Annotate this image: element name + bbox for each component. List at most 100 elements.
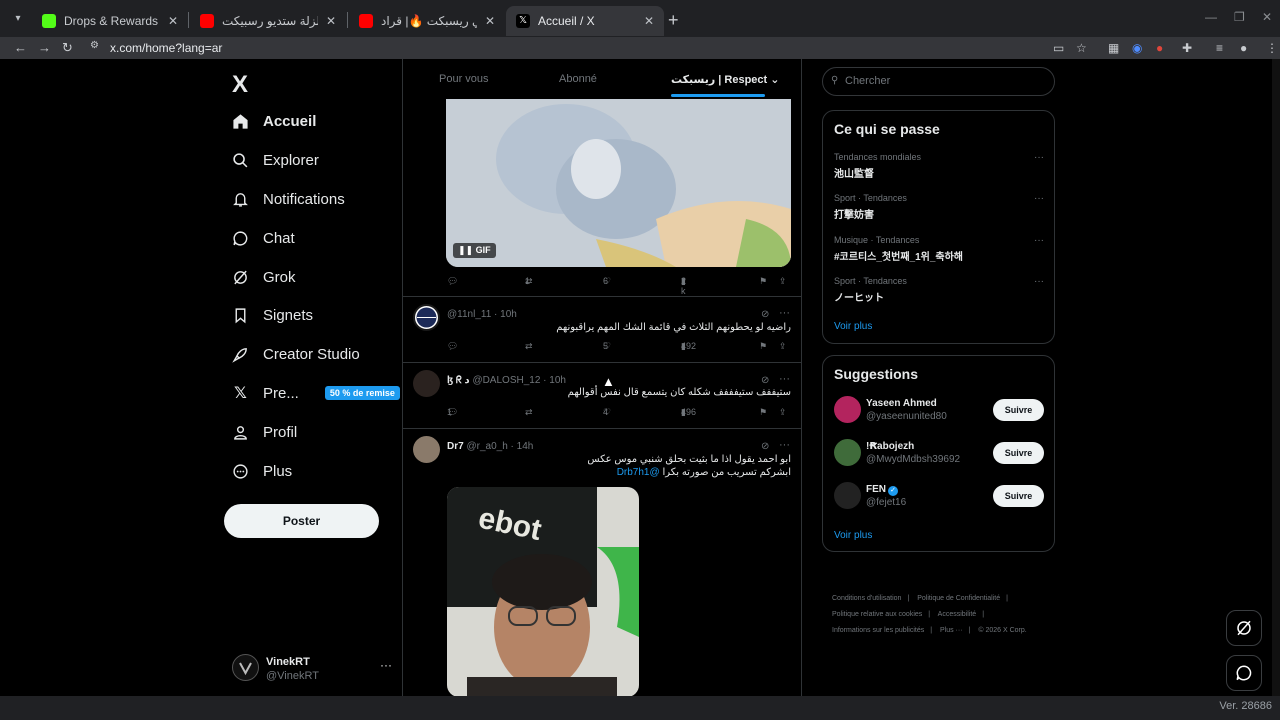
grok-icon[interactable]: ⊘ bbox=[761, 309, 769, 320]
nav-label: Chat bbox=[263, 229, 295, 247]
divider bbox=[403, 428, 801, 429]
tab-respect[interactable]: ريسبكت | Respect ⌄ bbox=[671, 73, 779, 86]
share-icon[interactable]: ⇪ bbox=[779, 276, 787, 287]
nav-item-explore[interactable]: Explorer bbox=[232, 145, 319, 175]
nav-item-more[interactable]: Plus bbox=[232, 456, 292, 486]
follow-button[interactable]: Suivre bbox=[993, 442, 1044, 464]
close-icon[interactable]: ✕ bbox=[485, 14, 495, 28]
bookmark-icon[interactable]: ⚑ bbox=[759, 407, 767, 418]
browser-tab-active[interactable]: 𝕏 Accueil / X ✕ bbox=[506, 6, 664, 36]
grok-icon[interactable]: ⊘ bbox=[761, 441, 769, 452]
minimize-icon[interactable]: — bbox=[1205, 10, 1217, 24]
nav-item-grok[interactable]: Grok bbox=[232, 262, 296, 292]
account-switcher[interactable]: VinekRT @VinekRT ··· bbox=[232, 654, 392, 686]
media-control-icon[interactable]: ≡ bbox=[1216, 41, 1223, 55]
left-navigation: X Accueil Explorer Notifications Chat Gr… bbox=[224, 59, 402, 696]
close-icon[interactable]: ✕ bbox=[644, 14, 654, 28]
x-icon: 𝕏 bbox=[234, 385, 247, 402]
extension-icon[interactable]: ● bbox=[1156, 41, 1163, 55]
post-gif-media[interactable]: ❚❚ GIF bbox=[446, 99, 791, 267]
browser-tab[interactable]: راب بارود الزلزلة ستديو رسبيكت | ✕ bbox=[190, 6, 346, 36]
suggestion-item[interactable]: FEN ✓ @fejet16 Suivre bbox=[834, 482, 1044, 512]
follow-button[interactable]: Suivre bbox=[993, 399, 1044, 421]
close-icon[interactable]: ✕ bbox=[168, 14, 178, 28]
nav-item-bookmarks[interactable]: Signets bbox=[232, 300, 313, 330]
search-input[interactable]: ⚲ Chercher bbox=[822, 67, 1055, 96]
bookmark-star-icon[interactable]: ☆ bbox=[1076, 41, 1087, 55]
maximize-icon[interactable]: ❐ bbox=[1234, 10, 1245, 24]
nav-label: Notifications bbox=[263, 190, 345, 208]
follow-button[interactable]: Suivre bbox=[993, 485, 1044, 507]
more-icon[interactable]: ··· bbox=[1034, 235, 1044, 246]
window-close-icon[interactable]: ✕ bbox=[1262, 10, 1272, 24]
see-more-link[interactable]: Voir plus bbox=[834, 321, 872, 332]
extension-icon[interactable]: ▦ bbox=[1108, 41, 1119, 55]
tab-following[interactable]: Abonné bbox=[559, 73, 597, 85]
url-field[interactable]: x.com/home?lang=ar bbox=[110, 41, 222, 55]
share-icon[interactable]: ⇪ bbox=[779, 341, 787, 352]
kick-favicon-icon bbox=[42, 14, 56, 28]
footer-link[interactable]: Conditions d'utilisation bbox=[832, 595, 901, 602]
trend-item[interactable]: Sport · Tendances 打撃妨害 ··· bbox=[834, 193, 1044, 221]
scrollbar[interactable] bbox=[1272, 59, 1280, 696]
site-info-icon[interactable]: ⚙ bbox=[90, 40, 99, 51]
browser-tab-strip: ▾ Drops & Rewards Inventory - K ✕ راب با… bbox=[0, 0, 1280, 37]
more-icon[interactable]: ··· bbox=[779, 439, 790, 451]
nav-item-premium[interactable]: 𝕏 Pre... 50 % de remise bbox=[232, 378, 400, 408]
tab-search-dropdown-icon[interactable]: ▾ bbox=[10, 11, 26, 27]
chat-icon bbox=[1236, 665, 1252, 681]
trend-item[interactable]: Tendances mondiales 池山監督 ··· bbox=[834, 152, 1044, 180]
browser-tab[interactable]: فايت بقاله في ريسبكت 🔥| قراد ✕ bbox=[349, 6, 505, 36]
nav-item-creator-studio[interactable]: Creator Studio bbox=[232, 339, 360, 369]
trend-item[interactable]: Sport · Tendances ノーヒット ··· bbox=[834, 276, 1044, 304]
avatar bbox=[834, 396, 861, 423]
mention-link[interactable]: @Drb7h1 bbox=[617, 467, 660, 478]
nav-item-notifications[interactable]: Notifications bbox=[232, 184, 345, 214]
more-icon[interactable]: ··· bbox=[1034, 276, 1044, 287]
more-icon[interactable]: ··· bbox=[1034, 193, 1044, 204]
browser-tab[interactable]: Drops & Rewards Inventory - K ✕ bbox=[32, 6, 188, 36]
nav-item-home[interactable]: Accueil bbox=[232, 106, 316, 136]
trend-item[interactable]: Musique · Tendances #코르티스_첫번째_1위_축하해 ··· bbox=[834, 235, 1044, 263]
back-icon[interactable]: ← bbox=[14, 40, 27, 55]
grok-fab-button[interactable] bbox=[1226, 610, 1262, 646]
avatar bbox=[413, 370, 440, 397]
cast-icon[interactable]: ▭ bbox=[1053, 41, 1064, 55]
more-icon[interactable]: ··· bbox=[779, 307, 790, 319]
chat-fab-button[interactable] bbox=[1226, 655, 1262, 691]
footer-link[interactable]: Politique relative aux cookies bbox=[832, 611, 922, 618]
share-icon[interactable]: ⇪ bbox=[779, 407, 787, 418]
bookmark-icon[interactable]: ⚑ bbox=[759, 276, 767, 287]
suggestion-item[interactable]: !Ꞧabojezh @MwydMdbsh39692 Suivre bbox=[834, 439, 1044, 469]
profile-icon[interactable]: ● bbox=[1240, 41, 1247, 55]
footer-link[interactable]: Plus ··· bbox=[940, 627, 963, 634]
browser-menu-icon[interactable]: ⋮ bbox=[1266, 41, 1278, 55]
grok-icon bbox=[1237, 620, 1251, 636]
grok-icon bbox=[232, 269, 249, 286]
extension-icon[interactable]: ◉ bbox=[1132, 41, 1142, 55]
feed-tabs: Pour vous Abonné ريسبكت | Respect ⌄ bbox=[403, 59, 801, 99]
post-text: ابو احمد يقول اذا ما بثيت بحلق شنبي موس … bbox=[587, 454, 791, 478]
extensions-puzzle-icon[interactable]: ✚ bbox=[1182, 41, 1192, 55]
more-icon[interactable]: ··· bbox=[1034, 152, 1044, 163]
post-button[interactable]: Poster bbox=[224, 504, 379, 538]
close-icon[interactable]: ✕ bbox=[326, 14, 336, 28]
footer-link[interactable]: Politique de Confidentialité bbox=[917, 595, 1000, 602]
see-more-link[interactable]: Voir plus bbox=[834, 530, 872, 541]
footer-link[interactable]: Informations sur les publicités bbox=[832, 627, 924, 634]
x-logo-icon[interactable]: X bbox=[232, 71, 248, 99]
post-image[interactable]: ebot bbox=[447, 487, 639, 696]
suggestion-item[interactable]: Yaseen Ahmed @yaseenunited80 Suivre bbox=[834, 396, 1044, 426]
more-icon[interactable]: ··· bbox=[779, 373, 790, 385]
reload-icon[interactable]: ↻ bbox=[62, 40, 73, 56]
nav-item-profile[interactable]: Profil bbox=[232, 417, 297, 447]
tab-for-you[interactable]: Pour vous bbox=[439, 73, 489, 85]
new-tab-icon[interactable]: + bbox=[668, 10, 679, 31]
forward-icon[interactable]: → bbox=[38, 40, 51, 55]
grok-icon[interactable]: ⊘ bbox=[761, 375, 769, 386]
nav-item-chat[interactable]: Chat bbox=[232, 223, 295, 253]
gif-badge[interactable]: ❚❚ GIF bbox=[453, 243, 496, 258]
footer-link[interactable]: Accessibilité bbox=[938, 611, 977, 618]
bookmark-icon[interactable]: ⚑ bbox=[759, 341, 767, 352]
more-icon[interactable]: ··· bbox=[380, 658, 392, 672]
